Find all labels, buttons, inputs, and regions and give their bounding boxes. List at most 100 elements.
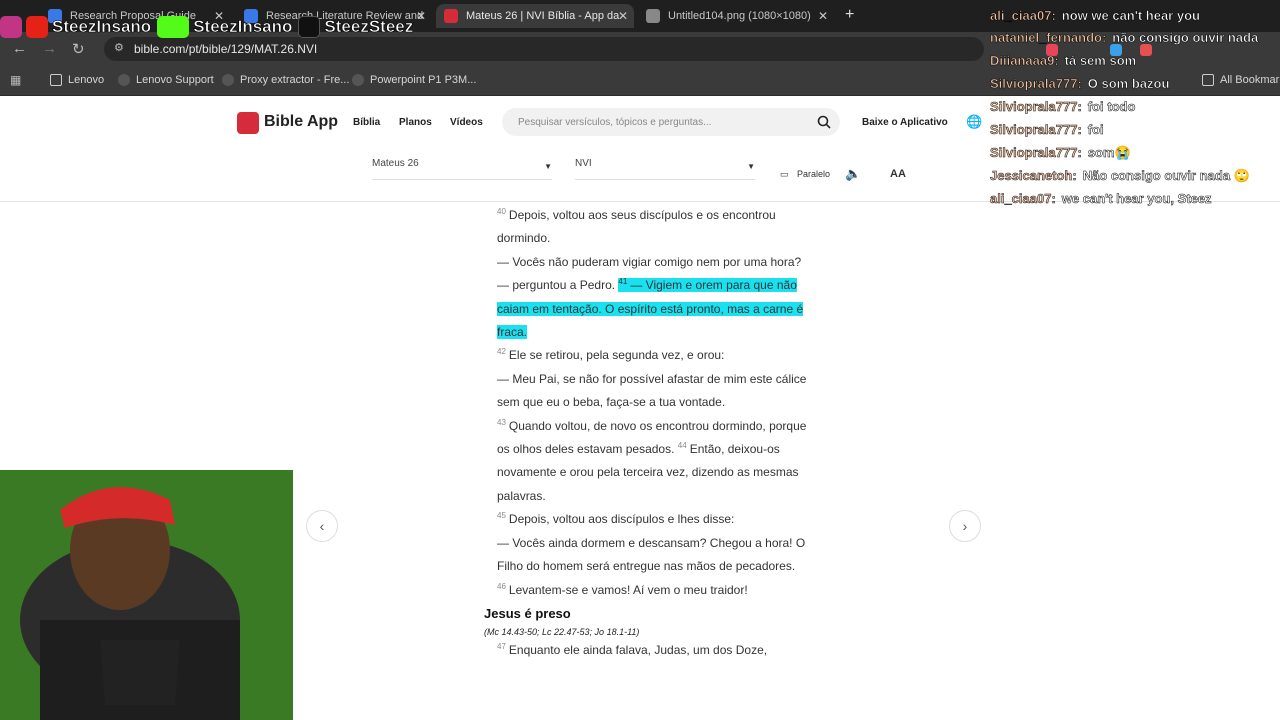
chat-message: nataniel_fernando: não consigo ouvir nada	[990, 27, 1280, 49]
chat-message: Jessicanetoh: Não consigo ouvir nada 🙄	[990, 164, 1280, 187]
search-icon[interactable]	[816, 114, 832, 130]
chat-overlay: ali_ciaa07: now we can't hear you natanie…	[990, 4, 1280, 210]
chat-message: ali_ciaa07: we can't hear you, Steez	[990, 187, 1280, 210]
reload-icon[interactable]: ↻	[72, 40, 85, 58]
chat-message: ali_ciaa07: now we can't hear you	[990, 4, 1280, 27]
verse-text: Ele se retirou, pela segunda vez, e orou…	[508, 348, 725, 363]
chat-username: Diiianaaa9:	[990, 53, 1059, 69]
chat-message: Diiianaaa9: tá sem som	[990, 49, 1280, 72]
verse-text: Depois, voltou aos discípulos e lhes dis…	[508, 512, 735, 527]
handle-text: SteezInsano	[193, 17, 293, 37]
verse-number: 45	[497, 511, 506, 521]
version-value: NVI	[575, 158, 592, 169]
chat-text: we can't hear you, Steez	[1061, 191, 1212, 207]
verse-text: Enquanto ele ainda falava, Judas, um dos…	[508, 643, 768, 658]
forward-icon[interactable]: →	[42, 40, 57, 57]
bible-app-logo[interactable]	[237, 112, 259, 134]
bookmark-powerpoint[interactable]: Powerpoint P1 P3M...	[352, 74, 476, 86]
chat-username: Jessicanetoh:	[990, 168, 1077, 184]
nav-biblia[interactable]: Bíblia	[353, 117, 380, 128]
nav-planos[interactable]: Planos	[399, 117, 432, 128]
verse-number: 44	[677, 441, 687, 451]
audio-icon[interactable]: 🔈	[845, 166, 861, 182]
site-logo-text[interactable]: Bible App	[264, 113, 338, 131]
book-chapter-value: Mateus 26	[372, 158, 419, 169]
bookmark-label: Lenovo	[68, 74, 105, 86]
next-chapter-button[interactable]: ›	[949, 510, 981, 542]
quote-line: — Meu Pai, se não for possível afastar d…	[484, 368, 814, 415]
chat-username: Silvioprala777:	[990, 145, 1082, 161]
verse-text: Levantem-se e vamos! Aí vem o meu traido…	[508, 582, 748, 597]
previous-chapter-button[interactable]: ‹	[306, 510, 338, 542]
nav-videos[interactable]: Vídeos	[450, 117, 483, 128]
font-size-button[interactable]: AA	[890, 168, 906, 180]
verse-40: 40 Depois, voltou aos seus discípulos e o…	[484, 204, 814, 251]
bookmark-lenovo-support[interactable]: Lenovo Support	[118, 74, 214, 86]
chat-username: ali_ciaa07:	[990, 191, 1056, 207]
chat-username: Silvioprala777:	[990, 99, 1082, 115]
close-icon[interactable]: ✕	[818, 9, 828, 23]
kick-icon	[157, 16, 190, 38]
bookmark-proxy-extractor[interactable]: Proxy extractor - Fre...	[222, 74, 349, 86]
tab-bible-app[interactable]: Mateus 26 | NVI Bíblia - App da ✕	[436, 4, 634, 28]
section-heading: Jesus é preso	[484, 605, 571, 621]
site-info-icon[interactable]: ⚙	[114, 41, 124, 54]
chat-text: som😭	[1087, 145, 1131, 161]
back-icon[interactable]: ←	[12, 40, 27, 57]
parallel-toggle[interactable]: ▭ Paralelo	[780, 169, 830, 180]
globe-icon	[118, 74, 130, 86]
book-chapter-select[interactable]: Mateus 26 ▼	[372, 158, 552, 180]
verse-text: — Vocês ainda dormem e descansam? Chegou…	[497, 535, 806, 574]
tiktok-icon	[298, 16, 321, 38]
chat-text: foi todo	[1087, 99, 1136, 115]
download-app-link[interactable]: Baixe o Aplicativo	[862, 117, 948, 128]
bookmark-label: Lenovo Support	[136, 74, 214, 86]
chevron-down-icon: ▼	[747, 162, 755, 171]
verse-47: 47 Enquanto ele ainda falava, Judas, um d…	[484, 639, 814, 662]
url-input[interactable]: ⚙ bible.com/pt/bible/129/MAT.26.NVI	[104, 37, 984, 61]
chat-username: nataniel_fernando:	[990, 30, 1107, 46]
chat-text: não consigo ouvir nada	[1112, 30, 1259, 46]
new-tab-button[interactable]: +	[845, 6, 854, 24]
webcam-feed	[0, 470, 293, 720]
chat-text: O som bazou	[1087, 76, 1170, 92]
bookmark-label: Proxy extractor - Fre...	[240, 74, 350, 86]
tab-favicon-icon	[444, 9, 458, 23]
verse-text: — Meu Pai, se não for possível afastar d…	[497, 371, 807, 410]
tab-title: Mateus 26 | NVI Bíblia - App da	[466, 10, 620, 22]
chat-message: Silvioprala777: foi todo	[990, 95, 1280, 118]
quote-line: — Vocês não puderam vigiar comigo nem po…	[484, 251, 814, 345]
verse-number: 40	[497, 207, 506, 216]
search-placeholder: Pesquisar versículos, tópicos e pergunta…	[518, 117, 712, 128]
cross-reference[interactable]: (Mc 14.43-50; Lc 22.47-53; Jo 18.1-11)	[484, 625, 814, 639]
globe-icon[interactable]: 🌐	[966, 114, 982, 130]
tab-title: Untitled104.png (1080×1080)	[668, 10, 811, 22]
verse-43: 43 Quando voltou, de novo os encontrou do…	[484, 415, 814, 509]
bookmark-label: Powerpoint P1 P3M...	[370, 74, 477, 86]
verse-number: 47	[497, 642, 506, 652]
version-select[interactable]: NVI ▼	[575, 158, 755, 180]
verse-number: 42	[497, 347, 506, 357]
chat-message: Silvioprala777: foi	[990, 118, 1280, 141]
verse-text: Depois, voltou aos seus discípulos e os …	[497, 208, 776, 246]
bookmark-lenovo[interactable]: Lenovo	[50, 74, 104, 86]
instagram-icon	[0, 16, 22, 38]
folder-icon	[50, 74, 62, 86]
handle-text: SteezInsano	[52, 17, 152, 37]
parallel-label: Paralelo	[797, 169, 831, 179]
url-text: bible.com/pt/bible/129/MAT.26.NVI	[134, 42, 318, 56]
chat-username: ali_ciaa07:	[990, 8, 1056, 24]
chat-message: Silvioprala777: O som bazou	[990, 72, 1280, 95]
apps-grid-icon[interactable]: ▦	[10, 73, 21, 87]
chat-message: Silvioprala777: som😭	[990, 141, 1280, 164]
close-icon[interactable]: ✕	[618, 9, 628, 23]
search-input[interactable]: Pesquisar versículos, tópicos e pergunta…	[502, 108, 840, 136]
verse-42: 42 Ele se retirou, pela segunda vez, e or…	[484, 344, 814, 367]
tab-untitled-image[interactable]: Untitled104.png (1080×1080) ✕	[638, 4, 834, 28]
verse-number: 46	[497, 581, 506, 591]
stream-handles: SteezInsano SteezInsano SteezSteez	[0, 16, 419, 38]
globe-icon	[222, 74, 234, 86]
chat-username: Silvioprala777:	[990, 76, 1082, 92]
globe-icon	[352, 74, 364, 86]
streamer-image	[0, 470, 293, 720]
